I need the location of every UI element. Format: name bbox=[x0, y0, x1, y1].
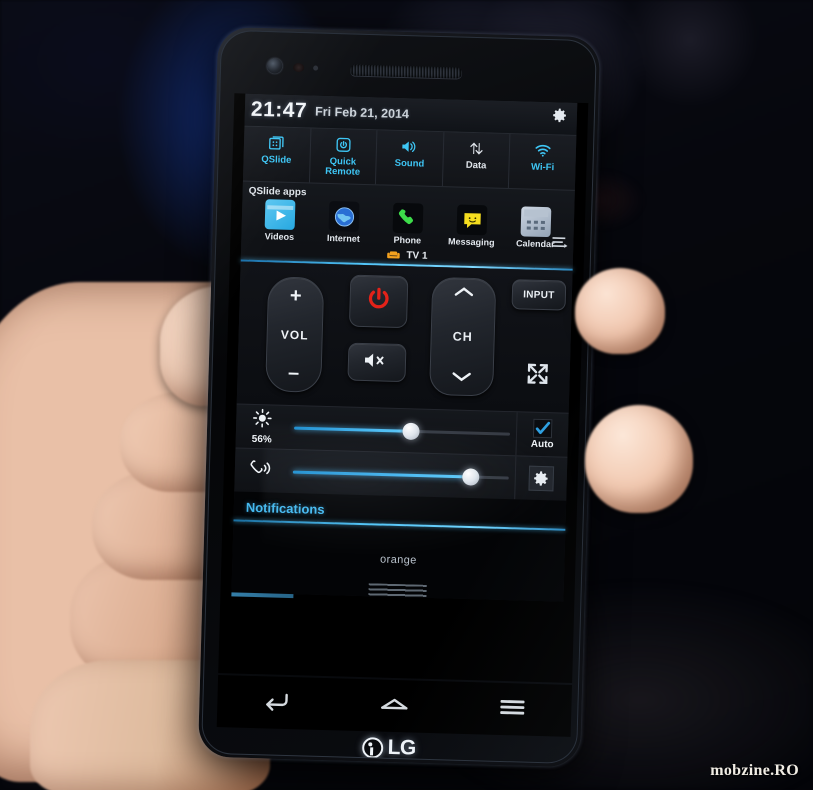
chevron-down-icon[interactable] bbox=[449, 369, 474, 389]
phone-screen: 21:47 Fri Feb 21, 2014 QSlide Quick Remo… bbox=[218, 93, 589, 683]
menu-lines-icon[interactable] bbox=[497, 694, 528, 724]
input-button[interactable]: INPUT bbox=[511, 279, 567, 311]
lg-circle-icon bbox=[362, 736, 384, 759]
qslide-grid-icon bbox=[267, 132, 287, 154]
status-clock: 21:47 bbox=[250, 97, 308, 123]
panel-drag-handle[interactable] bbox=[368, 583, 427, 598]
expand-arrows-icon[interactable] bbox=[517, 355, 558, 392]
edit-list-icon[interactable] bbox=[552, 236, 568, 249]
front-camera-icon bbox=[266, 58, 283, 74]
qslide-label-phone: Phone bbox=[393, 234, 422, 246]
power-button[interactable] bbox=[348, 274, 409, 329]
qslide-label-internet: Internet bbox=[326, 232, 361, 244]
hand-fingertip-upper-right bbox=[575, 268, 665, 354]
auto-brightness-toggle[interactable]: Auto bbox=[515, 412, 569, 457]
quick-settings-panel: 21:47 Fri Feb 21, 2014 QSlide Quick Remo… bbox=[231, 93, 578, 602]
lg-brand-text: LG bbox=[387, 735, 417, 760]
quick-remote-device-label: TV 1 bbox=[406, 250, 428, 262]
phone-body: 21:47 Fri Feb 21, 2014 QSlide Quick Remo… bbox=[200, 29, 598, 765]
qslide-apps-section: QSlide apps Videos Internet Phone Messag… bbox=[241, 180, 575, 252]
toggle-data[interactable]: Data bbox=[442, 132, 511, 188]
phone-handset-icon bbox=[392, 202, 424, 234]
lg-g2-phone: 21:47 Fri Feb 21, 2014 QSlide Quick Remo… bbox=[197, 26, 601, 768]
volume-thumb[interactable] bbox=[462, 467, 480, 486]
brightness-info: 56% bbox=[236, 407, 289, 445]
sofa-icon bbox=[386, 246, 401, 264]
brightness-thumb[interactable] bbox=[402, 422, 421, 440]
speaker-icon bbox=[399, 136, 421, 158]
light-sensor-icon bbox=[313, 65, 319, 71]
qslide-label-videos: Videos bbox=[264, 231, 295, 243]
back-arrow-icon[interactable] bbox=[261, 688, 292, 718]
auto-brightness-checkbox[interactable] bbox=[532, 418, 553, 439]
quick-remote-body: + VOL – CH INPUT bbox=[236, 261, 573, 413]
phone-top-bezel bbox=[220, 31, 596, 103]
carrier-label: orange bbox=[379, 553, 417, 567]
sound-settings-button[interactable] bbox=[514, 456, 568, 501]
status-date: Fri Feb 21, 2014 bbox=[314, 104, 410, 122]
volume-down-label[interactable]: – bbox=[288, 362, 300, 384]
volume-label: VOL bbox=[280, 327, 309, 342]
qslide-app-messaging[interactable]: Messaging bbox=[441, 204, 502, 248]
wifi-icon bbox=[532, 140, 555, 162]
brightness-value: 56% bbox=[251, 433, 272, 446]
toggle-label-wifi: Wi-Fi bbox=[530, 161, 555, 174]
brightness-fill bbox=[294, 426, 416, 433]
qslide-app-internet[interactable]: Internet bbox=[313, 200, 374, 245]
brightness-track-wrap[interactable] bbox=[288, 406, 517, 455]
qslide-label-messaging: Messaging bbox=[447, 236, 495, 248]
ringer-call-icon[interactable] bbox=[249, 457, 274, 484]
hand-fingertip-lower-right bbox=[585, 405, 693, 513]
qslide-app-list: Videos Internet Phone Messaging Calendar bbox=[247, 199, 568, 250]
gear-icon[interactable] bbox=[551, 106, 569, 124]
video-play-icon bbox=[264, 199, 296, 231]
toggle-sound[interactable]: Sound bbox=[376, 130, 445, 187]
toggle-label-quick-remote-2: Remote bbox=[325, 165, 361, 178]
watermark: mobzine.RO bbox=[710, 762, 799, 779]
toggle-label-data: Data bbox=[465, 159, 487, 172]
message-smiley-icon bbox=[456, 204, 488, 236]
home-icon[interactable] bbox=[379, 691, 410, 721]
calendar-icon bbox=[520, 206, 552, 238]
data-arrows-icon bbox=[467, 138, 487, 160]
channel-label: CH bbox=[452, 329, 473, 345]
proximity-sensor-icon bbox=[293, 62, 305, 73]
toggle-label-sound: Sound bbox=[394, 157, 425, 170]
notifications-progress-bar bbox=[231, 592, 294, 599]
qslide-label-calendar: Calendar bbox=[515, 238, 555, 250]
chevron-up-icon[interactable] bbox=[452, 284, 477, 304]
gear-icon[interactable] bbox=[528, 465, 555, 492]
browser-globe-icon bbox=[328, 200, 360, 232]
toggle-wifi[interactable]: Wi-Fi bbox=[509, 134, 576, 190]
volume-info bbox=[235, 457, 288, 484]
channel-rocker-button[interactable]: CH bbox=[429, 276, 497, 397]
volume-track-wrap[interactable] bbox=[286, 450, 515, 499]
qslide-app-videos[interactable]: Videos bbox=[249, 199, 310, 243]
auto-brightness-label: Auto bbox=[530, 438, 554, 451]
earpiece-speaker bbox=[349, 64, 463, 79]
quick-toggle-row: QSlide Quick Remote Sound Data Wi-Fi bbox=[242, 125, 577, 190]
volume-up-label[interactable]: + bbox=[290, 285, 302, 307]
navigation-bar bbox=[216, 675, 573, 737]
volume-fill bbox=[292, 470, 477, 479]
power-rounded-icon bbox=[334, 134, 354, 156]
power-icon bbox=[363, 283, 394, 319]
mute-button[interactable] bbox=[347, 342, 407, 383]
toggle-quick-remote[interactable]: Quick Remote bbox=[309, 128, 378, 185]
brightness-sun-icon[interactable] bbox=[252, 408, 273, 434]
toggle-qslide[interactable]: QSlide bbox=[242, 126, 312, 183]
volume-rocker-button[interactable]: + VOL – bbox=[265, 276, 325, 393]
notifications-section: Notifications orange bbox=[231, 491, 567, 602]
mute-speaker-icon bbox=[363, 349, 392, 375]
toggle-label-qslide: QSlide bbox=[261, 154, 292, 166]
qslide-app-phone[interactable]: Phone bbox=[377, 202, 438, 246]
